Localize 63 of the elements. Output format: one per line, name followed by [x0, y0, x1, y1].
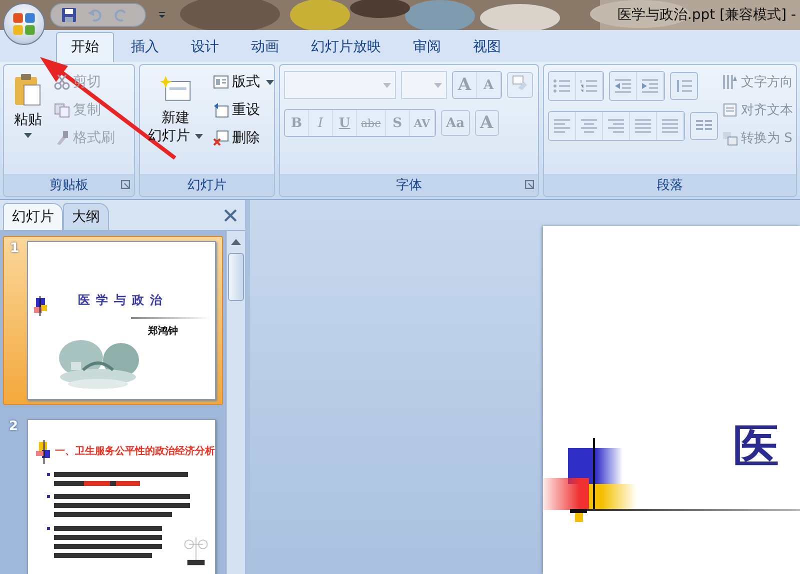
new-slide-button[interactable]: 新建 幻灯片 [144, 71, 207, 174]
group-label: 剪贴板 [50, 177, 88, 194]
ribbon-tab[interactable]: 设计 [176, 32, 234, 62]
group-label: 幻灯片 [188, 177, 226, 194]
align-lines-icon [580, 119, 598, 133]
slide-thumbnail-row[interactable]: 2 一、卫生服务公平性的政治经济分析 [3, 415, 223, 574]
eraser-icon [512, 75, 528, 91]
bullet-list-icon [553, 79, 571, 93]
numbered-list-icon [580, 79, 598, 93]
caret-icon [434, 82, 442, 88]
layout-icon [213, 74, 229, 90]
ribbon-tab[interactable]: 插入 [116, 32, 174, 62]
scroll-thumb[interactable] [228, 253, 244, 301]
office-logo-icon [11, 11, 37, 37]
slide-number: 2 [9, 419, 19, 436]
undo-icon[interactable] [87, 7, 103, 23]
columns-icon [695, 119, 713, 133]
slide-heading: 一、卫生服务公平性的政治经济分析 [55, 444, 215, 458]
ribbon-tab[interactable]: 动画 [236, 32, 294, 62]
copy-icon [54, 102, 70, 118]
ribbon-tab[interactable]: 审阅 [398, 32, 456, 62]
slide-subtitle: 郑鸿钟 [148, 324, 178, 338]
close-icon[interactable] [224, 209, 237, 222]
reset-icon [213, 102, 229, 118]
line-spacing-icon [675, 79, 693, 93]
slide-tool[interactable]: 版式 [211, 71, 274, 93]
color-blocks-drawing [34, 294, 48, 318]
slide-thumbnail-row[interactable]: 1 医学与政治 郑鸿钟 [3, 236, 223, 405]
color-blocks-drawing [36, 440, 52, 466]
scrollbar[interactable] [226, 231, 245, 574]
ribbon-tab[interactable]: 视图 [458, 32, 516, 62]
align-text-icon [722, 102, 738, 118]
align-lines-icon [661, 119, 679, 133]
group-label: 段落 [657, 177, 683, 194]
caret-icon [383, 82, 391, 88]
slide-number: 1 [10, 241, 20, 258]
ribbon-tab[interactable]: 开始 [56, 32, 114, 62]
paste-button[interactable]: 粘贴 [8, 71, 48, 174]
caret-icon [24, 133, 32, 138]
indent-icon [641, 79, 659, 93]
scroll-up-icon[interactable] [231, 239, 241, 245]
slide-title: 医学与政治 [78, 292, 168, 309]
group-label: 字体 [396, 177, 422, 194]
slide-tool[interactable]: 删除 [211, 127, 274, 149]
scissors-icon [54, 74, 70, 90]
brush-icon [54, 130, 70, 146]
outdent-icon [614, 79, 632, 93]
caret-icon [195, 134, 203, 138]
slide-title: 医 [733, 418, 779, 475]
align-lines-icon [634, 119, 652, 133]
pane-tab[interactable]: 大纲 [63, 203, 109, 230]
align-lines-icon [607, 119, 625, 133]
customize-icon[interactable] [158, 11, 166, 19]
ribbon-tab[interactable]: 幻灯片放映 [296, 32, 396, 62]
delete-slide-icon [213, 130, 229, 146]
window-title: 医学与政治.ppt [兼容模式] - [617, 6, 796, 24]
text-direction-icon [722, 74, 738, 90]
smartart-icon [722, 130, 738, 146]
align-lines-icon [553, 119, 571, 133]
pane-tab[interactable]: 幻灯片 [3, 203, 63, 230]
save-icon[interactable] [61, 7, 77, 23]
dialog-launcher-icon[interactable] [121, 180, 130, 189]
slide-tool[interactable]: 重设 [211, 99, 274, 121]
